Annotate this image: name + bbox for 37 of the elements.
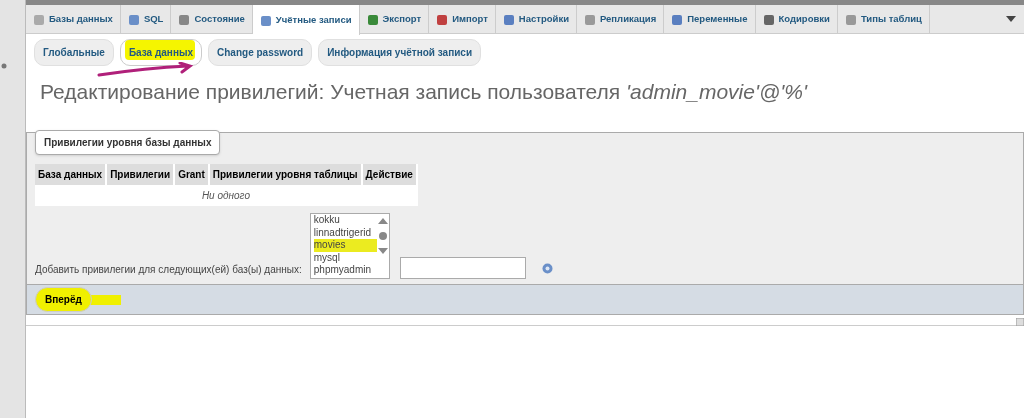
page-heading: Редактирование привилегий: Учетная запись пользователя 'admin_movie'@'%' — [40, 79, 807, 105]
submit-button[interactable]: Вперёд — [35, 287, 92, 312]
column-header: Привилегии уровня таблицы — [208, 164, 362, 185]
empty-message: Ни одного — [35, 185, 417, 206]
database-option[interactable]: kokku — [313, 214, 377, 227]
tab-icon — [33, 13, 44, 25]
tab-icon — [127, 13, 139, 25]
database-option[interactable]: movies — [313, 239, 377, 252]
database-option[interactable]: mysql — [313, 251, 377, 265]
sub-tab[interactable]: Глобальные — [34, 39, 114, 66]
sub-tab[interactable]: Change password — [208, 39, 313, 66]
column-header: Grant — [174, 164, 209, 185]
tab-icon — [671, 13, 683, 25]
database-option[interactable]: phpmyadmin — [313, 264, 377, 277]
sub-tab[interactable]: Информация учётной записи — [318, 39, 482, 66]
tab-icon — [762, 13, 774, 25]
tab-icon — [844, 13, 856, 25]
tab-icon — [584, 13, 595, 25]
database-input-field[interactable] — [399, 257, 526, 279]
tab-icon — [259, 14, 271, 26]
database-option[interactable]: linnadtrigerid — [313, 226, 377, 240]
toolbar-tab[interactable]: Учётные записи — [252, 5, 360, 35]
column-header: Действие — [361, 164, 417, 185]
database-listbox[interactable]: kokku linnadtrigerid movies mysql phpmyadmin — [309, 213, 390, 279]
column-header: Привилегии — [106, 164, 175, 185]
sub-tab[interactable]: База данных — [119, 39, 203, 66]
tab-icon — [178, 13, 190, 25]
highlight-mark — [124, 40, 195, 60]
column-header: База данных — [35, 164, 107, 185]
dropdown-icon[interactable] — [1006, 16, 1016, 22]
tab-icon — [502, 13, 514, 25]
tab-icon — [436, 13, 448, 25]
scrollbar-icon[interactable] — [376, 216, 389, 256]
tab-icon — [366, 13, 378, 25]
help-icon[interactable] — [541, 263, 553, 274]
panel-legend: Привилегии уровня базы данных — [35, 130, 221, 155]
add-privileges-label: Добавить привилегии для следующих(ей) баз(ы) данных: — [35, 263, 302, 277]
